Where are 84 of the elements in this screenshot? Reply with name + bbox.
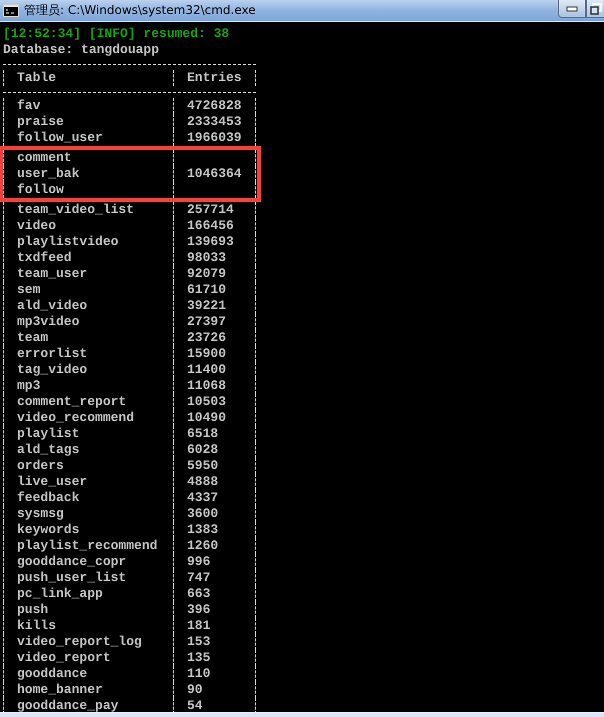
entries-cell: 39221 [173,298,256,314]
table-name-cell: gooddance_copr [3,554,173,570]
table-name-cell: video [3,218,173,234]
table-name-cell: mp3video [3,314,173,330]
table-name-cell: follow_user [3,130,173,146]
table-name-cell: comment_report [3,394,173,410]
table-name-cell: live_user [3,474,173,490]
table-name-cell: mp3 [3,378,173,394]
column-header: Table [3,70,173,86]
entries-cell: 663 [173,586,256,602]
entries-cell: 3600 [173,506,256,522]
table-name-cell: gooddance_pay [3,698,173,712]
entries-cell: 2333453 [173,114,256,130]
entries-cell: 1966039 [173,130,256,146]
table-name-cell: video_report [3,650,173,666]
window-title: 管理员: C:\Windows\system32\cmd.exe [24,2,256,19]
table-name-cell: orders [3,458,173,474]
table-name-cell: video_recommend [3,410,173,426]
minimize-button[interactable] [558,0,586,18]
table-name-cell: sem [3,282,173,298]
entries-cell: 139693 [173,234,256,250]
entries-cell: 996 [173,554,256,570]
table-name-cell: home_banner [3,682,173,698]
table-name-cell: comment [3,150,173,166]
table-name-cell: fav [3,98,173,114]
console-icon [3,4,19,17]
entries-cell: 166456 [173,218,256,234]
table-name-cell: praise [3,114,173,130]
table-name-cell: ald_video [3,298,173,314]
restore-button[interactable] [586,0,604,18]
log-message: [12:52:34] [INFO] resumed: 38 [3,26,230,42]
table-name-cell: sysmsg [3,506,173,522]
entries-cell: 396 [173,602,256,618]
table-name-cell: team [3,330,173,346]
table-name-cell: team_video_list [3,202,173,218]
minimize-icon [566,6,578,12]
entries-cell: 11400 [173,362,256,378]
entries-cell: 92079 [173,266,256,282]
entries-cell: 98033 [173,250,256,266]
table-name-cell: playlist [3,426,173,442]
entries-cell: 1046364 [173,166,256,182]
entries-cell: 4337 [173,490,256,506]
table-name-cell: playlist_recommend [3,538,173,554]
entries-cell: 110 [173,666,256,682]
entries-cell: 10490 [173,410,256,426]
table-name-cell: ald_tags [3,442,173,458]
entries-cell: 1260 [173,538,256,554]
entries-cell: 61710 [173,282,256,298]
table-name-cell: pc_link_app [3,586,173,602]
entries-cell: 4888 [173,474,256,490]
entries-cell: 747 [173,570,256,586]
table-name-cell: errorlist [3,346,173,362]
table-name-cell: txdfeed [3,250,173,266]
table-name-cell: team_user [3,266,173,282]
database-label: Database: tangdouapp [3,42,160,58]
entries-cell: 181 [173,618,256,634]
table-name-cell: kills [3,618,173,634]
entries-cell: 90 [173,682,256,698]
entries-cell: 1383 [173,522,256,538]
entries-cell: 4726828 [173,98,256,114]
entries-cell: 54 [173,698,256,712]
table-name-cell: follow [3,182,173,198]
entries-cell: 257714 [173,202,256,218]
table-name-cell: keywords [3,522,173,538]
entries-cell: 6028 [173,442,256,458]
entries-cell: 10503 [173,394,256,410]
entries-cell: 15900 [173,346,256,362]
entries-cell: 6518 [173,426,256,442]
table-name-cell: feedback [3,490,173,506]
entries-cell: 11068 [173,378,256,394]
entries-cell: 27397 [173,314,256,330]
entries-cell: 5950 [173,458,256,474]
table-name-cell: video_report_log [3,634,173,650]
table-name-cell: playlistvideo [3,234,173,250]
table-name-cell: push [3,602,173,618]
table-name-cell: gooddance [3,666,173,682]
entries-cell: 135 [173,650,256,666]
column-header: Entries [173,70,256,86]
entries-cell: 153 [173,634,256,650]
table-name-cell: tag_video [3,362,173,378]
restore-icon [590,2,602,14]
table-name-cell: user_bak [3,166,173,182]
table-name-cell: push_user_list [3,570,173,586]
entries-cell: 23726 [173,330,256,346]
